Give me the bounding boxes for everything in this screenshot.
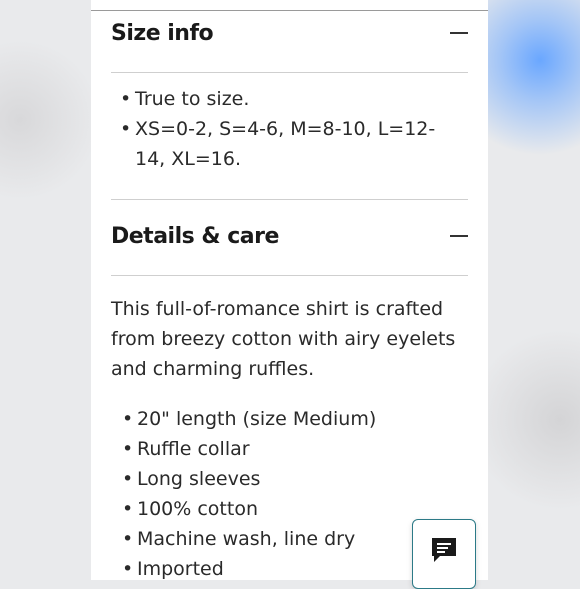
list-item: 20" length (size Medium) bbox=[113, 404, 463, 434]
list-item: True to size. bbox=[111, 84, 461, 114]
chat-button[interactable] bbox=[412, 519, 476, 589]
size-info-divider bbox=[111, 72, 468, 73]
details-care-title: Details & care bbox=[111, 223, 279, 249]
size-info-title: Size info bbox=[111, 20, 214, 46]
section-divider bbox=[111, 199, 468, 200]
list-item: XS=0-2, S=4-6, M=8-10, L=12-14, XL=16. bbox=[111, 114, 461, 174]
details-care-list: 20" length (size Medium) Ruffle collar L… bbox=[113, 404, 463, 580]
list-item: Machine wash, line dry bbox=[113, 524, 463, 554]
details-care-divider bbox=[111, 275, 468, 276]
list-item: Imported bbox=[113, 554, 463, 580]
size-info-header[interactable]: Size info bbox=[111, 13, 468, 53]
product-info-panel: Size info True to size. XS=0-2, S=4-6, M… bbox=[91, 0, 488, 580]
minus-icon[interactable] bbox=[450, 32, 468, 34]
product-description: This full-of-romance shirt is crafted fr… bbox=[111, 298, 456, 380]
list-item: Ruffle collar bbox=[113, 434, 463, 464]
minus-icon[interactable] bbox=[450, 235, 468, 237]
details-care-header[interactable]: Details & care bbox=[111, 216, 468, 256]
list-item: Long sleeves bbox=[113, 464, 463, 494]
chat-bubble-icon bbox=[429, 535, 459, 569]
list-item: 100% cotton bbox=[113, 494, 463, 524]
size-info-list: True to size. XS=0-2, S=4-6, M=8-10, L=1… bbox=[111, 84, 461, 174]
top-divider bbox=[91, 10, 488, 11]
